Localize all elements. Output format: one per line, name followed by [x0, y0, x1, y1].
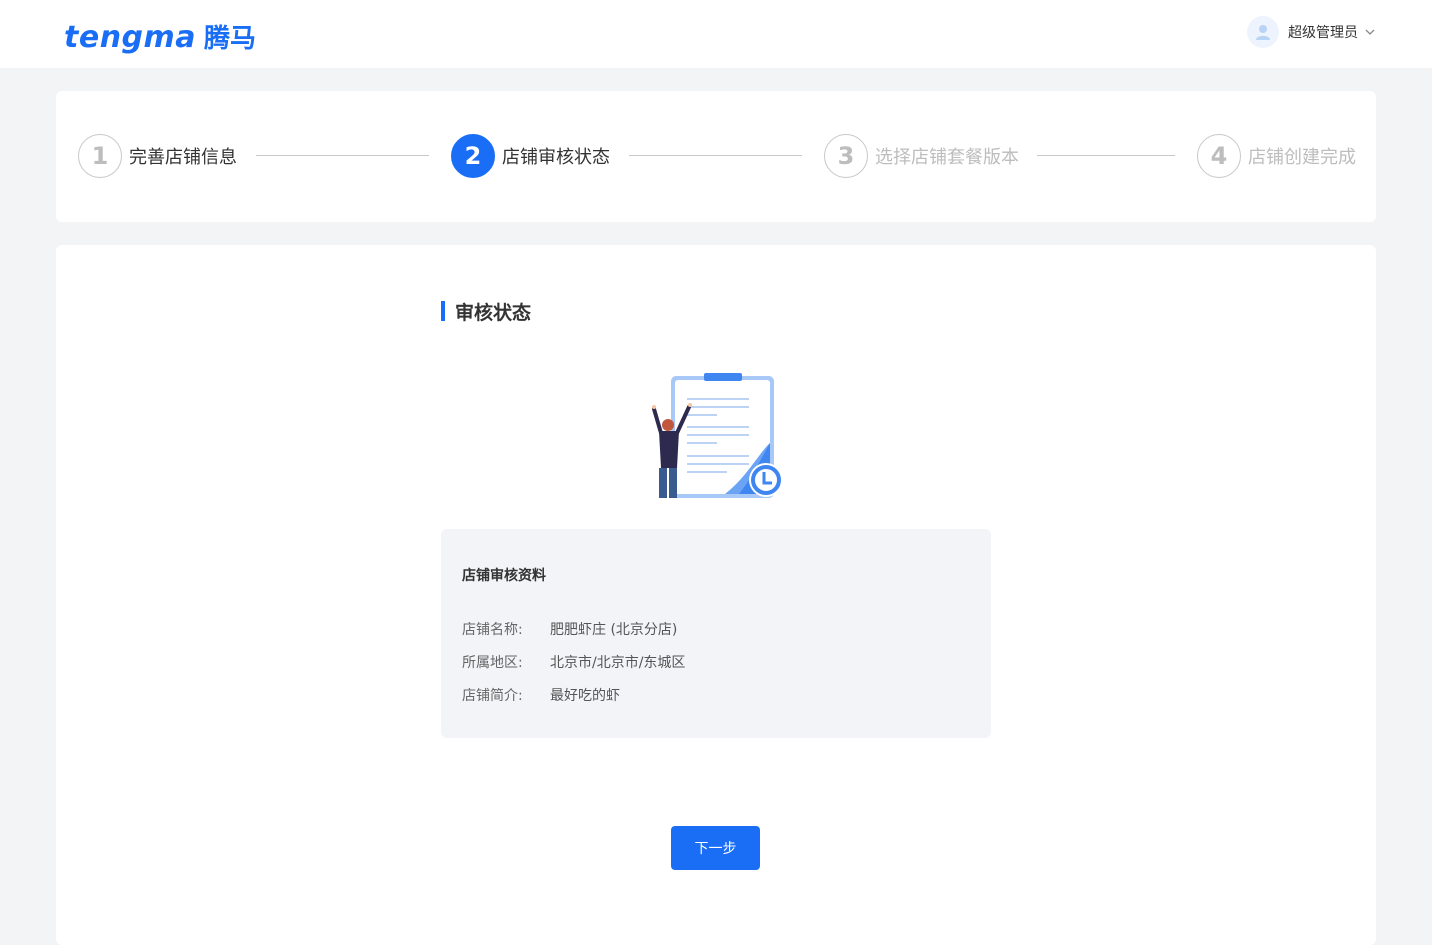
step-1-number: 1 — [78, 134, 122, 178]
step-4-number: 4 — [1197, 134, 1241, 178]
next-step-button[interactable]: 下一步 — [671, 826, 760, 870]
step-3: 3 选择店铺套餐版本 — [824, 134, 1019, 178]
step-3-number: 3 — [824, 134, 868, 178]
review-illustration — [652, 373, 781, 498]
section-title: 审核状态 — [441, 300, 532, 324]
step-3-label: 选择店铺套餐版本 — [875, 147, 1019, 168]
info-key: 店铺名称: — [462, 622, 523, 638]
info-row-description: 店铺简介: 最好吃的虾 — [462, 685, 620, 705]
user-menu[interactable]: 超级管理员 — [1247, 16, 1376, 48]
main-card: 审核状态 店铺审核资料 店铺名称: 肥肥虾庄 (北京分店) 所属地区: 北京市/… — [56, 245, 1376, 945]
chevron-down-icon — [1364, 26, 1376, 38]
avatar-icon — [1247, 16, 1279, 48]
info-value: 肥肥虾庄 (北京分店) — [550, 622, 678, 638]
logo[interactable]: tengma 腾马 — [64, 18, 257, 55]
title-accent-bar — [441, 301, 445, 321]
info-row-store-name: 店铺名称: 肥肥虾庄 (北京分店) — [462, 619, 677, 639]
top-bar: tengma 腾马 超级管理员 — [0, 0, 1432, 68]
step-connector — [1037, 155, 1175, 156]
info-heading: 店铺审核资料 — [462, 568, 546, 584]
info-row-region: 所属地区: 北京市/北京市/东城区 — [462, 652, 685, 672]
info-key: 所属地区: — [462, 655, 523, 671]
review-info-box: 店铺审核资料 店铺名称: 肥肥虾庄 (北京分店) 所属地区: 北京市/北京市/东… — [441, 529, 991, 738]
step-2-label: 店铺审核状态 — [502, 147, 610, 168]
info-value: 北京市/北京市/东城区 — [550, 655, 686, 671]
info-value: 最好吃的虾 — [550, 688, 620, 704]
step-4: 4 店铺创建完成 — [1197, 134, 1356, 178]
step-connector — [256, 155, 429, 156]
section-title-text: 审核状态 — [455, 301, 532, 324]
step-2: 2 店铺审核状态 — [451, 134, 610, 178]
info-key: 店铺简介: — [462, 688, 523, 704]
logo-text-en: tengma — [64, 20, 197, 55]
step-1-label: 完善店铺信息 — [129, 147, 237, 168]
step-1: 1 完善店铺信息 — [78, 134, 237, 178]
steps-card: 1 完善店铺信息 2 店铺审核状态 3 选择店铺套餐版本 4 店铺创建完成 — [56, 91, 1376, 222]
step-2-number: 2 — [451, 134, 495, 178]
step-connector — [629, 155, 802, 156]
step-4-label: 店铺创建完成 — [1248, 147, 1356, 168]
logo-text-cn: 腾马 — [204, 24, 257, 54]
user-name: 超级管理员 — [1288, 25, 1358, 41]
